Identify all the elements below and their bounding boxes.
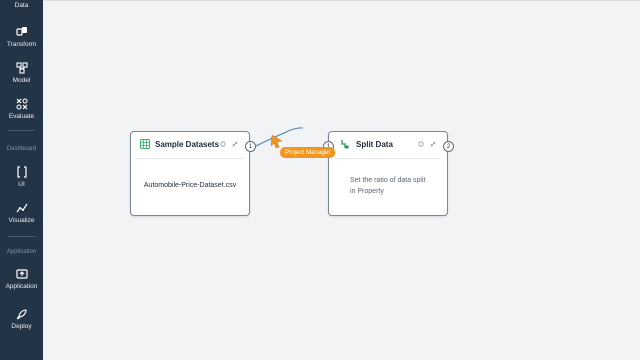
sidebar-divider xyxy=(8,130,35,131)
sidebar-item-label: Visualize xyxy=(8,217,35,224)
chart-line-icon xyxy=(15,202,29,214)
sidebar-item-label: Transform xyxy=(6,41,37,48)
collapse-icon[interactable] xyxy=(430,141,436,147)
sidebar: Data Transform Model Evaluate Dashboard … xyxy=(0,0,43,360)
section-label-application: Application xyxy=(6,249,37,255)
collapse-icon[interactable] xyxy=(232,141,238,147)
sidebar-item-visualize[interactable]: Visualize xyxy=(0,202,43,224)
application-icon xyxy=(15,268,29,280)
output-port[interactable]: 2 xyxy=(443,141,454,152)
node-title: Split Data xyxy=(356,139,393,149)
dataset-grid-icon xyxy=(140,139,150,149)
sidebar-item-deploy[interactable]: Deploy xyxy=(0,308,43,330)
sidebar-item-data[interactable]: Data xyxy=(0,2,43,9)
settings-circle-icon[interactable] xyxy=(418,141,424,147)
output-port[interactable]: 1 xyxy=(245,141,256,152)
sidebar-item-label: Application xyxy=(5,283,38,290)
rocket-icon xyxy=(15,308,29,320)
node-title: Sample Datasets xyxy=(155,139,220,149)
sidebar-item-ui[interactable]: UI xyxy=(0,166,43,188)
node-split-data[interactable]: Split Data Set the ratio of data split i… xyxy=(323,131,454,216)
transform-icon xyxy=(15,26,29,38)
sidebar-item-label: Evaluate xyxy=(8,113,35,120)
model-icon xyxy=(15,62,29,74)
sidebar-item-label: UI xyxy=(18,181,25,188)
sidebar-item-label: Data xyxy=(14,2,29,9)
sidebar-item-label: Deploy xyxy=(11,323,32,330)
node-separator xyxy=(335,158,441,159)
sidebar-item-label: Model xyxy=(12,77,31,84)
settings-circle-icon[interactable] xyxy=(220,141,226,147)
sidebar-item-model[interactable]: Model xyxy=(0,62,43,84)
node-separator xyxy=(137,158,243,159)
user-presence-tooltip: Project Manager xyxy=(280,147,336,158)
split-icon xyxy=(341,139,349,149)
section-label-dashboard: Dashboard xyxy=(6,146,37,152)
sidebar-item-transform[interactable]: Transform xyxy=(0,26,43,48)
node-sample-datasets[interactable]: Sample Datasets Automobile-Price-Dataset… xyxy=(130,131,256,216)
sidebar-item-application[interactable]: Application xyxy=(0,268,43,290)
node-description: Set the ratio of data split in Property xyxy=(350,177,426,195)
evaluate-icon xyxy=(15,98,29,110)
sidebar-item-evaluate[interactable]: Evaluate xyxy=(0,98,43,120)
node-dataset-name: Automobile-Price-Dataset.csv xyxy=(143,182,237,189)
brackets-icon xyxy=(15,166,29,178)
sidebar-divider xyxy=(8,236,35,237)
